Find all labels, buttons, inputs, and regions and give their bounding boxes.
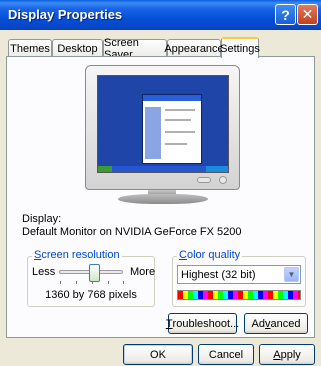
help-button[interactable]: ? (275, 4, 296, 25)
window-title: Display Properties (8, 7, 123, 22)
help-icon: ? (281, 6, 290, 23)
tab-screen-saver[interactable]: Screen Saver (103, 37, 167, 61)
color-quality-value: Highest (32 bit) (181, 269, 256, 281)
display-value: Default Monitor on NVIDIA GeForce FX 520… (22, 226, 242, 238)
preview-window (142, 94, 202, 164)
preview-tray (206, 166, 228, 172)
screen-resolution-legend: Screen resolution (32, 249, 122, 261)
display-label: Display: (22, 213, 62, 225)
color-spectrum-bar (177, 290, 301, 300)
preview-start-button (98, 166, 112, 172)
tab-desktop[interactable]: Desktop (52, 39, 103, 57)
ok-button[interactable]: OK (123, 344, 193, 365)
screen-resolution-group: Screen resolution Less More 1360 by 768 … (27, 249, 156, 307)
monitor-indicator (197, 177, 211, 183)
apply-button[interactable]: Apply (259, 344, 315, 365)
color-quality-select[interactable]: Highest (32 bit) ▼ (177, 265, 301, 284)
color-quality-group: Color quality Highest (32 bit) ▼ (172, 249, 306, 307)
more-label: More (130, 266, 156, 278)
cancel-button[interactable]: Cancel (198, 344, 254, 365)
advanced-button[interactable]: Ad v anced (244, 313, 308, 334)
color-quality-legend: Color quality (177, 249, 243, 261)
tab-settings[interactable]: Settings (220, 37, 260, 58)
monitor-stand-base (118, 194, 208, 204)
troubleshoot-button[interactable]: Troubleshoot... (166, 313, 239, 334)
tab-appearance[interactable]: Appearance (164, 39, 224, 57)
close-button[interactable]: ✕ (297, 4, 318, 25)
tab-themes[interactable]: Themes (8, 39, 52, 57)
power-icon (219, 176, 227, 184)
resolution-value: 1360 by 768 pixels (45, 289, 137, 301)
desktop-preview (97, 75, 229, 173)
less-label: Less (32, 266, 56, 278)
close-icon: ✕ (301, 6, 314, 22)
monitor-preview (85, 65, 240, 190)
resolution-slider-thumb[interactable] (88, 264, 100, 282)
title-bar[interactable]: Display Properties ? ✕ (0, 0, 321, 30)
chevron-down-icon[interactable]: ▼ (284, 267, 299, 282)
